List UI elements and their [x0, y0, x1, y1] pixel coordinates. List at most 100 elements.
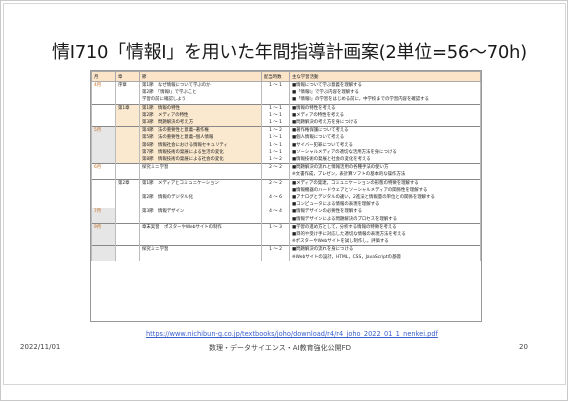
cell-section: 第3節 問題解決の考え方 — [139, 119, 262, 127]
cell-hours: 1 ～ 1 — [261, 81, 290, 90]
cell-section: 章末実習 ポスターやWebサイトの制作 — [139, 222, 262, 232]
cell-hours — [261, 238, 290, 246]
cell-activity: ■「情報Ⅰ」の学習をはじめる前に，中学校までの学習内容を確認する — [289, 96, 481, 105]
cell-month — [91, 156, 116, 164]
cell-month — [91, 215, 116, 224]
cell-chapter — [115, 134, 140, 142]
cell-hours: 1 ～ 1 — [261, 111, 290, 120]
cell-section — [139, 171, 262, 180]
slide-title: 情Ⅰ710「情報Ⅰ」を用いた年間指導計画案(2単位=56～70h) — [52, 42, 527, 63]
table-row: ■情報機器のハードウェアとソーシャルメディアの関係性を理解する — [91, 186, 481, 195]
cell-hours: 4 ～ 6 — [261, 194, 290, 202]
cell-section: 第8節 情報技術の発展による社会の変化 — [139, 156, 262, 164]
cell-chapter: 序章 — [115, 81, 140, 90]
cell-month — [91, 171, 116, 180]
cell-section: 第1節 なぜ情報について学ぶのか — [139, 81, 262, 90]
cell-month: 5月 — [91, 126, 116, 135]
cell-hours: 1 ～ 2 — [261, 245, 290, 254]
plan-table-container: 月 章 節 配当時数 主な学習活動 4月 序章 第1節 なぜ情報について学ぶのか 1 … — [90, 70, 482, 322]
cell-chapter — [115, 148, 140, 157]
cell-hours: 1 ～ 1 — [261, 134, 290, 142]
cell-hours — [261, 186, 290, 195]
cell-hours: 1 ～ 1 — [261, 119, 290, 127]
source-link[interactable]: https://www.nichibun-g.co.jp/textbooks/j… — [146, 330, 438, 338]
cell-section: 第7節 情報技術の発展による生活の変化 — [139, 148, 262, 157]
table-row: 第2節 情報のデジタル化 4 ～ 6 ■アナログとデジタルの違い，2進法と情報量の単… — [91, 194, 481, 202]
cell-activity: ■情報デザインによる問題解決のプロセスを理解する — [289, 215, 481, 224]
cell-hours: 4 ～ 4 — [261, 208, 290, 216]
table-row: 探究ミニ学習 1 ～ 2 ■問題解決の流れを身につける — [91, 245, 481, 254]
cell-month — [91, 253, 116, 261]
cell-hours: 1 ～ 1 — [261, 148, 290, 157]
cell-activity: ■個人情報について考える — [289, 134, 481, 142]
cell-chapter — [115, 186, 140, 195]
cell-section: 学習の前に確認しよう — [139, 96, 262, 105]
cell-hours: 1 ～ 3 — [261, 222, 290, 232]
cell-activity: ■情報デザインの必要性を理解する — [289, 208, 481, 216]
cell-activity: ■問題解決の流れを身につける — [289, 245, 481, 254]
header-chapter: 章 — [115, 71, 140, 82]
cell-month — [91, 96, 116, 105]
cell-activity: ※ポスターやWebサイトを試し制作し，評価する — [289, 238, 481, 246]
table-row: ■コンピュータによる情報の表現を理解する — [91, 201, 481, 209]
cell-section — [139, 231, 262, 239]
table-row: ※文書作成，プレゼン，表計算ソフトの基本的な操作方法 — [91, 171, 481, 180]
cell-chapter: 第2章 — [115, 178, 140, 187]
cell-activity: ■目的や受け手に対応した適切な情報の表現方法を考える — [289, 231, 481, 239]
table-row: 5月 第4節 法の重要性と意義─著作権 1 ～ 2 ■著作権保護について考える — [91, 126, 481, 135]
cell-activity: ■問題解決の流れと情報活用の各種手法の使い方 — [289, 163, 481, 172]
header-activity: 主な学習活動 — [289, 71, 481, 82]
table-row: 第3節 問題解決の考え方 1 ～ 1 ■問題解決の考え方を身につける — [91, 119, 481, 127]
cell-section: 第2節 情報のデジタル化 — [139, 194, 262, 202]
cell-section: 第2節 「情報Ⅰ」で学ぶこと — [139, 89, 262, 97]
cell-chapter — [115, 126, 140, 135]
cell-month: 6月 — [91, 163, 116, 172]
cell-chapter — [115, 201, 140, 209]
header-month: 月 — [91, 71, 116, 82]
cell-chapter — [115, 96, 140, 105]
cell-activity: ■サイバー犯罪について考える — [289, 141, 481, 149]
cell-chapter — [115, 222, 140, 232]
cell-chapter — [115, 163, 140, 172]
cell-hours — [261, 201, 290, 209]
cell-month — [91, 201, 116, 209]
table-row: 6月 探究ミニ学習 2 ～ 2 ■問題解決の流れと情報活用の各種手法の使い方 — [91, 163, 481, 172]
cell-month — [91, 178, 116, 187]
table-row: 7月 第3節 情報デザイン 4 ～ 4 ■情報デザインの必要性を理解する — [91, 208, 481, 216]
cell-section — [139, 215, 262, 224]
table-row: 第2節 「情報Ⅰ」で学ぶこと ■「情報Ⅰ」で学ぶ内容を理解する — [91, 89, 481, 97]
table-row: 第2章 第1節 メディアとコミュニケーション 2 ～ 2 ■メディアの発達，コミュニケ… — [91, 178, 481, 187]
cell-chapter — [115, 208, 140, 216]
cell-hours: 1 ～ 1 — [261, 141, 290, 149]
cell-chapter: 第1章 — [115, 103, 140, 112]
cell-section: 第5節 法の重要性と意義─個人情報 — [139, 134, 262, 142]
cell-section: 第1節 メディアとコミュニケーション — [139, 178, 262, 187]
cell-hours: 2 ～ 2 — [261, 163, 290, 172]
cell-month — [91, 103, 116, 112]
cell-month — [91, 186, 116, 195]
cell-month — [91, 245, 116, 254]
table-row: ※ポスターやWebサイトを試し制作し，評価する — [91, 238, 481, 246]
cell-chapter — [115, 156, 140, 164]
cell-section: 第2節 メディアの特性 — [139, 111, 262, 120]
cell-section: 第4節 法の重要性と意義─著作権 — [139, 126, 262, 135]
table-body: 4月 序章 第1節 なぜ情報について学ぶのか 1 ～ 1 ■情報について学ぶ意義を理解す… — [91, 81, 481, 261]
cell-chapter — [115, 253, 140, 261]
cell-activity: ■著作権保護について考える — [289, 126, 481, 135]
cell-activity: ■メディアの特性を考える — [289, 111, 481, 120]
table-row: ■情報デザインによる問題解決のプロセスを理解する — [91, 215, 481, 224]
cell-section — [139, 186, 262, 195]
cell-activity: ■情報技術の発展と社会の変化を考える — [289, 156, 481, 164]
cell-hours: 2 ～ 2 — [261, 178, 290, 187]
cell-hours: 1 ～ 2 — [261, 126, 290, 135]
cell-hours: 1 ～ 1 — [261, 103, 290, 112]
page-number: 20 — [519, 343, 528, 351]
cell-hours — [261, 253, 290, 261]
cell-month — [91, 231, 116, 239]
cell-activity: ■情報機器のハードウェアとソーシャルメディアの関係性を理解する — [289, 186, 481, 195]
cell-activity: ■学習の進め方として，分析する情報の特徴を考える — [289, 222, 481, 232]
cell-chapter — [115, 89, 140, 97]
cell-section — [139, 253, 262, 261]
cell-activity: ■アナログとデジタルの違い，2進法と情報量の単位との関係を理解する — [289, 194, 481, 202]
header-hours: 配当時数 — [261, 71, 290, 82]
